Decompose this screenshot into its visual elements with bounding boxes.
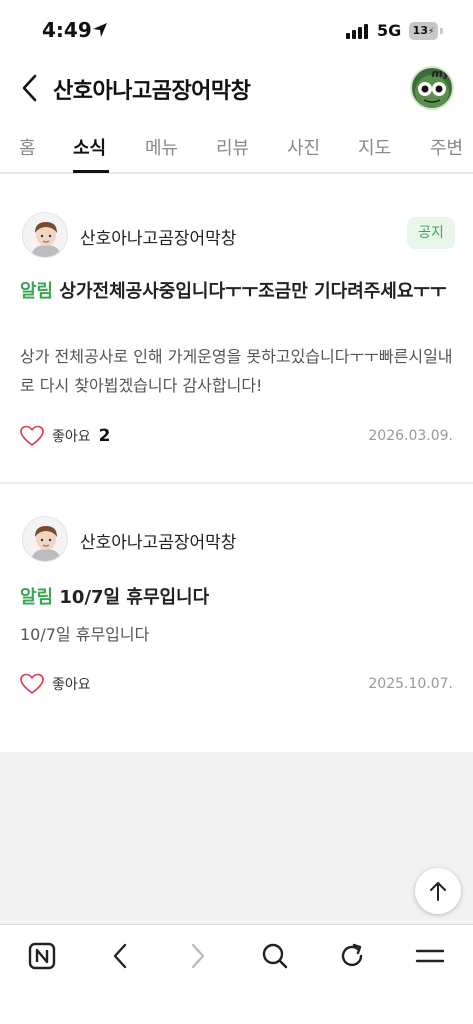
browser-forward-button[interactable] bbox=[180, 939, 216, 973]
refresh-icon bbox=[341, 943, 363, 967]
tab-map[interactable]: 지도 bbox=[358, 134, 391, 160]
post-author-row: 산호아나고곰장어막창 공지 bbox=[22, 212, 455, 258]
notice-badge: 공지 bbox=[407, 217, 455, 249]
post-body[interactable]: 10/7일 휴무입니다 bbox=[20, 620, 460, 649]
like-label: 좋아요 bbox=[52, 429, 91, 445]
chevron-left-icon bbox=[22, 74, 37, 102]
tab-photos[interactable]: 사진 bbox=[287, 134, 320, 160]
news-post[interactable]: 산호아나고곰장어막창 알림 10/7일 휴무입니다 10/7일 휴무입니다 좋아… bbox=[0, 484, 473, 752]
post-body[interactable]: 상가 전체공사로 인해 가게운영을 못하고있습니다ㅜㅜ빠른시일내로 다시 찾아뵙… bbox=[20, 342, 460, 400]
forward-icon bbox=[191, 943, 205, 969]
tab-news[interactable]: 소식 bbox=[73, 134, 106, 160]
active-tab-indicator bbox=[73, 170, 109, 173]
back-button[interactable] bbox=[14, 72, 44, 104]
post-author-row: 산호아나고곰장어막창 bbox=[22, 516, 452, 562]
search-button[interactable] bbox=[257, 939, 293, 973]
author-name[interactable]: 산호아나고곰장어막창 bbox=[80, 224, 236, 249]
tab-menu[interactable]: 메뉴 bbox=[145, 134, 178, 160]
person-avatar-icon bbox=[23, 517, 67, 561]
tab-home[interactable]: 홈 bbox=[19, 134, 36, 160]
battery-icon: 13⚡ bbox=[409, 22, 438, 40]
status-time: 4:49 bbox=[42, 18, 92, 42]
menu-button[interactable] bbox=[412, 939, 448, 973]
status-bar: 4:49 5G 13⚡ bbox=[0, 0, 473, 62]
heart-icon[interactable] bbox=[20, 673, 44, 695]
battery-level: 13 bbox=[412, 24, 428, 37]
post-title[interactable]: 알림 상가전체공사중입니다ㅜㅜ조금만 기다려주세요ㅜㅜ bbox=[20, 278, 460, 306]
post-title[interactable]: 알림 10/7일 휴무입니다 bbox=[20, 584, 460, 612]
author-name[interactable]: 산호아나고곰장어막창 bbox=[80, 528, 236, 553]
heart-icon[interactable] bbox=[20, 425, 44, 447]
post-title-text: 10/7일 휴무입니다 bbox=[59, 587, 210, 608]
menu-icon bbox=[415, 949, 445, 963]
header: 산호아나고곰장어막창 my bbox=[0, 62, 473, 116]
post-title-text: 상가전체공사중입니다ㅜㅜ조금만 기다려주세요ㅜㅜ bbox=[59, 281, 447, 302]
browser-back-button[interactable] bbox=[102, 939, 138, 973]
post-tag: 알림 bbox=[20, 587, 54, 608]
browser-toolbar bbox=[0, 924, 473, 1024]
page-title: 산호아나고곰장어막창 bbox=[53, 79, 251, 104]
naver-home-button[interactable] bbox=[24, 939, 60, 973]
tab-reviews[interactable]: 리뷰 bbox=[216, 134, 249, 160]
like-row[interactable]: 좋아요 bbox=[20, 672, 91, 696]
my-profile-avatar[interactable]: my bbox=[410, 66, 454, 110]
naver-home-icon bbox=[28, 942, 56, 970]
tab-bar: 홈 소식 메뉴 리뷰 사진 지도 주변 bbox=[0, 126, 473, 174]
like-label: 좋아요 bbox=[52, 677, 91, 693]
tab-nearby[interactable]: 주변 bbox=[430, 134, 463, 160]
network-label: 5G bbox=[377, 21, 402, 40]
post-tag: 알림 bbox=[20, 281, 54, 302]
like-count: 2 bbox=[98, 426, 111, 446]
my-badge: my bbox=[431, 67, 450, 80]
search-icon bbox=[262, 943, 288, 969]
author-avatar[interactable] bbox=[22, 516, 68, 562]
scroll-to-top-button[interactable] bbox=[415, 868, 461, 914]
refresh-button[interactable] bbox=[334, 939, 370, 973]
author-avatar[interactable] bbox=[22, 212, 68, 258]
back-icon bbox=[113, 943, 127, 969]
post-date: 2025.10.07. bbox=[368, 676, 453, 692]
signal-icon bbox=[346, 24, 368, 39]
like-row[interactable]: 좋아요 2 bbox=[20, 424, 110, 448]
battery-tip bbox=[440, 28, 443, 34]
location-arrow-icon bbox=[93, 23, 107, 37]
arrow-up-icon bbox=[430, 882, 446, 901]
post-date: 2026.03.09. bbox=[368, 428, 453, 444]
news-post[interactable]: 산호아나고곰장어막창 공지 알림 상가전체공사중입니다ㅜㅜ조금만 기다려주세요ㅜ… bbox=[0, 176, 473, 482]
empty-area bbox=[0, 752, 473, 924]
person-avatar-icon bbox=[23, 213, 67, 257]
